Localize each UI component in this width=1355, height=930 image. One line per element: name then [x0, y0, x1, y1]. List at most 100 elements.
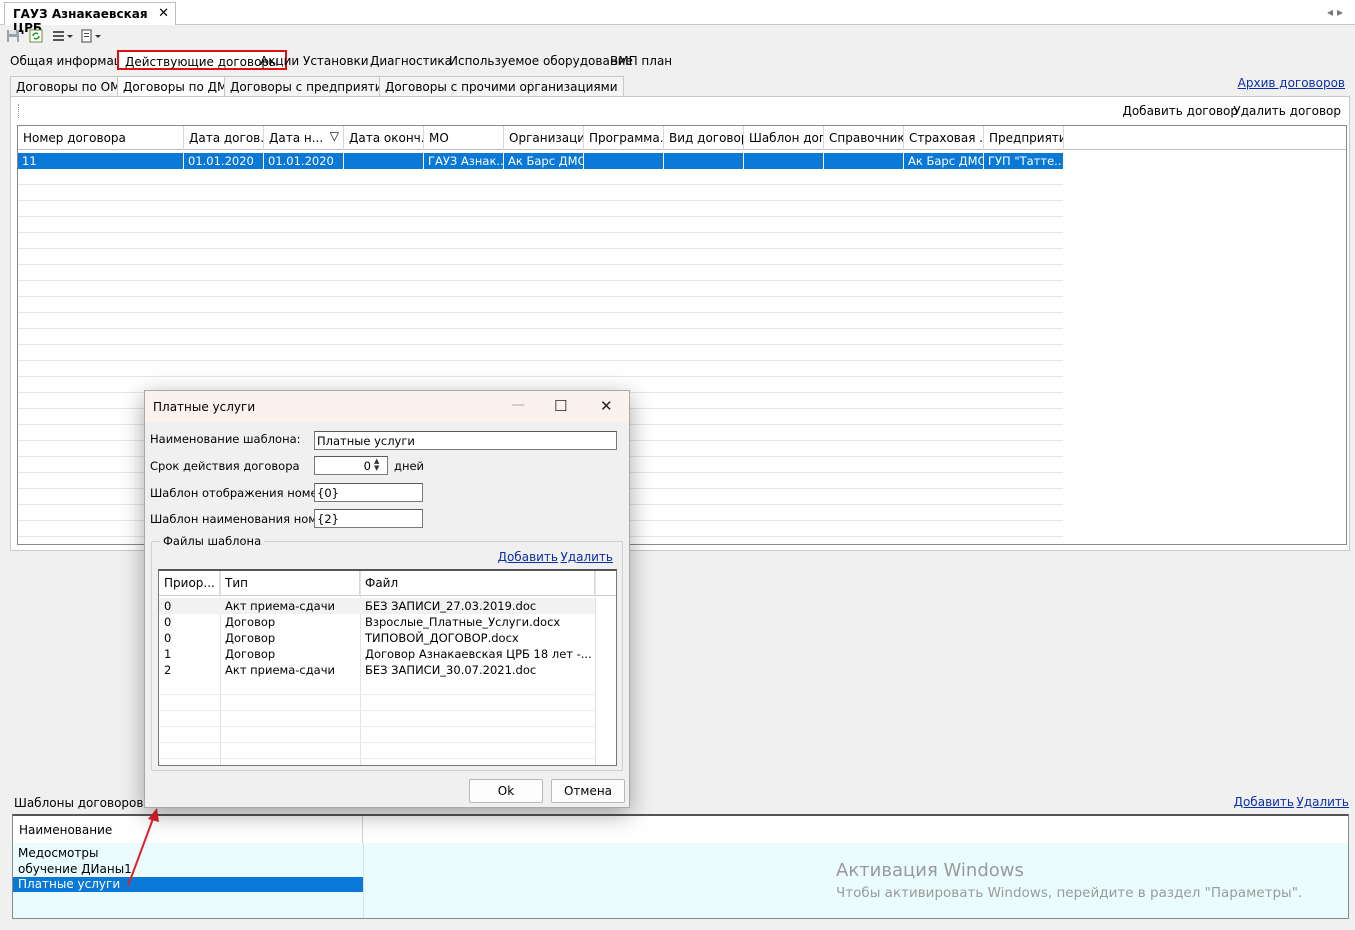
delete-template-link[interactable]: Удалить	[1297, 795, 1350, 809]
col-file[interactable]: Файл	[360, 571, 595, 595]
table-row[interactable]: 0 Договор ТИПОВОЙ_ДОГОВОР.docx	[159, 630, 595, 646]
table-row[interactable]: 2 Акт приема-сдачи БЕЗ ЗАПИСИ_30.07.2021…	[159, 662, 595, 678]
document-dropdown-icon[interactable]	[80, 29, 102, 43]
col-start-date-label: Дата н...	[269, 131, 324, 145]
table-row[interactable]: 0 Договор Взрослые_Платные_Услуги.docx	[159, 614, 595, 630]
document-tab[interactable]: ГАУЗ Азнакаевская ЦРБ ✕	[4, 2, 176, 35]
cell-enterprise: ГУП "Татте...	[984, 153, 1064, 169]
document-tab-bar	[0, 0, 1355, 25]
cell-end-date	[344, 153, 424, 169]
col-enterprise[interactable]: Предприятие	[984, 126, 1064, 150]
grid-line	[159, 710, 595, 711]
refresh-icon[interactable]	[29, 29, 43, 43]
cell-type: Договор	[225, 631, 276, 645]
cell-priority: 0	[164, 599, 172, 613]
col-contract-template[interactable]: Шаблон дог...	[744, 126, 824, 150]
save-icon[interactable]	[6, 29, 20, 43]
cell-reference	[824, 153, 904, 169]
col-type[interactable]: Тип	[220, 571, 360, 595]
grid-line	[159, 742, 595, 743]
list-item-selected[interactable]: Платные услуги	[13, 877, 363, 892]
col-contract-kind[interactable]: Вид договора	[664, 126, 744, 150]
cell-file: БЕЗ ЗАПИСИ_27.03.2019.doc	[365, 599, 537, 613]
cell-priority: 1	[164, 647, 172, 661]
cell-contract-date: 01.01.2020	[184, 153, 264, 169]
cell-organization: Ак Барс ДМС	[504, 153, 584, 169]
cell-file: Взрослые_Платные_Услуги.docx	[365, 615, 561, 629]
templates-grid-divider	[363, 843, 364, 918]
tab-vmp-plan[interactable]: ВМП план	[604, 51, 678, 71]
windows-activation-text: Чтобы активировать Windows, перейдите в …	[836, 885, 1303, 901]
col-start-date[interactable]: Дата н... ▽	[264, 126, 344, 150]
col-insurance[interactable]: Страховая ...	[904, 126, 984, 150]
cell-file: Договор Азнакаевская ЦРБ 18 лет -...	[365, 647, 592, 661]
cell-type: Акт приема-сдачи	[225, 599, 335, 613]
grid-line	[159, 694, 595, 695]
cell-contract-number: 11	[18, 153, 184, 169]
grid-header: Номер договора Дата догов... Дата н... ▽ …	[18, 126, 1346, 150]
number-display-input[interactable]: {0}	[314, 483, 423, 502]
cell-type: Договор	[225, 615, 276, 629]
number-naming-input[interactable]: {2}	[314, 509, 423, 528]
tab-installations[interactable]: Установки	[297, 51, 375, 71]
cell-type: Акт приема-сдачи	[225, 663, 335, 677]
col-reference[interactable]: Справочник...	[824, 126, 904, 150]
col-organization[interactable]: Организация	[504, 126, 584, 150]
col-end-date[interactable]: Дата оконч...	[344, 126, 424, 150]
cell-type: Договор	[225, 647, 276, 661]
delete-file-link[interactable]: Удалить	[561, 550, 614, 564]
add-template-link[interactable]: Добавить	[1234, 795, 1294, 809]
sort-desc-icon: ▽	[329, 129, 339, 143]
col-contract-date[interactable]: Дата догов...	[184, 126, 264, 150]
tab-nav-arrows[interactable]: ◂▸	[1327, 5, 1347, 19]
grid-line	[159, 758, 595, 759]
dialog-title: Платные услуги	[153, 400, 256, 414]
paid-services-dialog: Платные услуги — ☐ ✕ Наименование шаблон…	[144, 390, 630, 808]
dialog-titlebar[interactable]: Платные услуги — ☐ ✕	[145, 391, 629, 422]
windows-activation-title: Активация Windows	[836, 860, 1024, 881]
delete-contract-button[interactable]: Удалить договор	[1233, 104, 1341, 118]
tab-other-org-contracts[interactable]: Договоры с прочими организациями	[379, 76, 624, 96]
col-priority[interactable]: Приор...	[159, 571, 220, 595]
contract-term-label: Срок действия договора	[150, 459, 300, 473]
col-template-name[interactable]: Наименование	[13, 816, 363, 843]
list-item[interactable]: Медосмотры	[13, 846, 363, 861]
cell-priority: 2	[164, 663, 172, 677]
minimize-icon[interactable]: —	[511, 397, 525, 413]
ok-button[interactable]: Ok	[469, 779, 543, 803]
template-files-group: Файлы шаблона Добавить Удалить Приор... …	[151, 534, 623, 771]
templates-grid[interactable]: Наименование Медосмотры обучение ДИаны1 …	[12, 814, 1349, 919]
cell-priority: 0	[164, 615, 172, 629]
template-files-title: Файлы шаблона	[160, 534, 265, 548]
cell-file: ТИПОВОЙ_ДОГОВОР.docx	[365, 631, 519, 645]
cell-insurance: Ак Барс ДМС	[904, 153, 984, 169]
annotation-arrow-icon	[127, 808, 159, 887]
table-row[interactable]: 1 Договор Договор Азнакаевская ЦРБ 18 ле…	[159, 646, 595, 662]
col-program[interactable]: Программа...	[584, 126, 664, 150]
grid-line	[159, 726, 595, 727]
close-icon[interactable]: ✕	[158, 6, 169, 21]
close-icon[interactable]: ✕	[600, 397, 613, 415]
cell-file: БЕЗ ЗАПИСИ_30.07.2021.doc	[365, 663, 537, 677]
add-file-link[interactable]: Добавить	[498, 550, 558, 564]
template-name-input[interactable]: Платные услуги	[314, 431, 617, 450]
template-name-label: Наименование шаблона:	[150, 432, 301, 446]
add-contract-button[interactable]: Добавить договор	[1122, 104, 1238, 118]
cell-mo: ГАУЗ Азнак...	[424, 153, 504, 169]
archive-link[interactable]: Архив договоров	[1238, 76, 1345, 90]
table-row[interactable]: 0 Акт приема-сдачи БЕЗ ЗАПИСИ_27.03.2019…	[159, 598, 595, 614]
cell-program	[584, 153, 664, 169]
maximize-icon[interactable]: ☐	[554, 397, 567, 415]
settings-dropdown-icon[interactable]	[52, 29, 74, 43]
cancel-button[interactable]: Отмена	[551, 779, 625, 803]
template-files-grid[interactable]: Приор... Тип Файл 0 Акт приема-сдачи БЕЗ…	[158, 569, 617, 766]
stepper-arrows-icon[interactable]: ▲ ▼	[374, 458, 386, 473]
number-display-label: Шаблон отображения номера:	[150, 486, 336, 500]
cell-contract-template	[744, 153, 824, 169]
col-contract-number[interactable]: Номер договора	[18, 126, 184, 150]
col-mo[interactable]: МО	[424, 126, 504, 150]
list-item[interactable]: обучение ДИаны1	[13, 862, 363, 877]
toolbar-grip	[18, 104, 20, 118]
contract-term-unit: дней	[394, 459, 425, 473]
cell-contract-kind	[664, 153, 744, 169]
